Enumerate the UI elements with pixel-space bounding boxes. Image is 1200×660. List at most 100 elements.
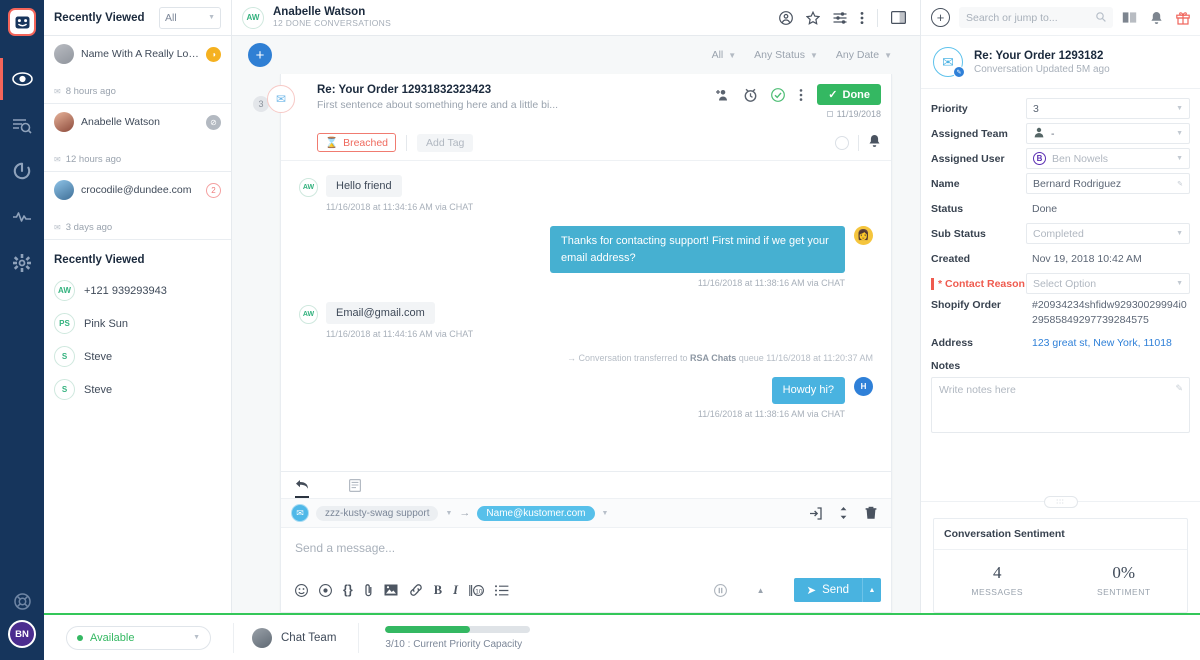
emoji-icon[interactable] bbox=[295, 583, 308, 597]
chevron-down-icon: ▼ bbox=[1176, 155, 1183, 162]
thread-wrapper: 3 ✉ Re: Your Order 12931832323423 First … bbox=[232, 74, 920, 613]
filter-sliders-icon[interactable] bbox=[833, 11, 847, 25]
italic-icon[interactable]: I bbox=[453, 583, 458, 598]
divider bbox=[358, 622, 360, 653]
recent-filter-select[interactable]: All ▼ bbox=[159, 6, 221, 29]
conversation-updated-text: Conversation Updated 5M ago bbox=[974, 63, 1110, 75]
attachment-icon[interactable] bbox=[364, 583, 373, 597]
team-indicator[interactable]: Chat Team bbox=[252, 627, 337, 648]
message-incoming: AW Hello friend 11/16/2018 at 11:34:16 A… bbox=[299, 175, 873, 212]
avatar bbox=[54, 112, 74, 132]
more-vertical-icon[interactable] bbox=[860, 11, 864, 25]
list-item[interactable]: crocodile@dundee.com 2 ✉ 3 days ago bbox=[44, 172, 231, 240]
chevron-up-icon[interactable]: ▲ bbox=[757, 586, 765, 595]
trash-icon[interactable] bbox=[865, 506, 877, 520]
user-circle-icon[interactable] bbox=[779, 10, 793, 25]
list-item[interactable]: Anabelle Watson ⊘ ✉ 12 hours ago bbox=[44, 104, 231, 172]
create-new-button[interactable]: + bbox=[931, 8, 950, 27]
kustomer-face-logo[interactable] bbox=[8, 8, 36, 36]
tab-note[interactable] bbox=[349, 472, 361, 498]
shortcut-icon[interactable]: 10 bbox=[469, 584, 484, 597]
contact-reason-value: Select Option bbox=[1033, 277, 1097, 290]
chevron-down-icon: ▼ bbox=[809, 50, 818, 60]
link-icon[interactable] bbox=[409, 583, 423, 597]
gift-icon[interactable] bbox=[1176, 11, 1190, 25]
add-participant-icon[interactable] bbox=[715, 89, 730, 101]
priority-select[interactable]: 3 ▼ bbox=[1026, 98, 1190, 119]
expand-collapse-icon[interactable] bbox=[839, 506, 848, 520]
avatar-placeholder[interactable] bbox=[835, 135, 849, 150]
sidebar-item-refresh[interactable] bbox=[0, 148, 44, 194]
list-item[interactable]: AW +121 939293943 bbox=[54, 274, 221, 307]
sidebar-item-settings[interactable] bbox=[0, 240, 44, 286]
field-sub-status: Sub Status Completed ▼ bbox=[931, 223, 1190, 244]
availability-select[interactable]: Available ▼ bbox=[66, 625, 211, 650]
assigned-user-select[interactable]: B Ben Nowels ▼ bbox=[1026, 148, 1190, 169]
status-badge[interactable]: ⌛ Breached bbox=[317, 133, 397, 152]
snippet-icon[interactable] bbox=[319, 583, 332, 597]
list-icon[interactable] bbox=[494, 584, 509, 596]
done-button[interactable]: ✓ Done bbox=[817, 84, 881, 105]
sidebar-item-views[interactable] bbox=[0, 56, 44, 102]
lifebuoy-icon[interactable] bbox=[0, 582, 44, 620]
filter-all[interactable]: All ▼ bbox=[712, 49, 737, 61]
signature-insert-icon[interactable] bbox=[809, 506, 822, 520]
code-icon[interactable]: {} bbox=[343, 583, 353, 597]
unread-count-badge: 2 bbox=[206, 182, 221, 198]
envelope-icon: ✉ ✎ bbox=[933, 47, 965, 78]
calendar-square-icon bbox=[826, 111, 833, 117]
notification-bell-icon[interactable] bbox=[868, 134, 881, 151]
sidebar-item-activity[interactable] bbox=[0, 194, 44, 240]
name-input[interactable]: Bernard Rodriguez ✎ bbox=[1026, 173, 1190, 194]
image-icon[interactable] bbox=[384, 584, 398, 596]
chevron-down-icon[interactable]: ▼ bbox=[602, 510, 609, 517]
capacity-progress-fill bbox=[385, 625, 470, 633]
notes-textarea[interactable]: Write notes here ✎ bbox=[931, 377, 1190, 434]
bell-icon[interactable] bbox=[1150, 11, 1163, 25]
add-tag-button[interactable]: Add Tag bbox=[417, 133, 474, 152]
send-arrow-icon: ➤ bbox=[806, 585, 817, 597]
from-chip[interactable]: zzz-kusty-swag support bbox=[316, 505, 439, 521]
refresh-icon bbox=[13, 162, 31, 180]
knowledge-book-icon[interactable] bbox=[1122, 11, 1137, 24]
list-item[interactable]: Name With A Really Lon... ◑ ✉ 8 hours ag… bbox=[44, 36, 231, 104]
list-item[interactable]: S Steve bbox=[54, 340, 221, 373]
to-chip[interactable]: Name@kustomer.com bbox=[477, 505, 595, 521]
divider bbox=[406, 134, 408, 151]
chevron-down-icon[interactable]: ▼ bbox=[445, 510, 452, 517]
team-label: Chat Team bbox=[281, 631, 337, 644]
panel-toggle-icon[interactable] bbox=[891, 11, 906, 24]
message-list: AW Hello friend 11/16/2018 at 11:34:16 A… bbox=[281, 161, 891, 471]
filter-status[interactable]: Any Status ▼ bbox=[754, 49, 818, 61]
global-top-bar: + Search or jump to... bbox=[921, 0, 1200, 36]
list-item[interactable]: PS Pink Sun bbox=[54, 307, 221, 340]
more-vertical-icon[interactable] bbox=[799, 88, 803, 102]
assigned-team-select[interactable]: - ▼ bbox=[1026, 123, 1190, 144]
new-conversation-button[interactable]: + bbox=[248, 43, 272, 67]
list-item[interactable]: S Steve bbox=[54, 373, 221, 406]
sidebar-item-search[interactable] bbox=[0, 102, 44, 148]
pause-circle-icon[interactable] bbox=[713, 583, 727, 597]
tab-reply[interactable] bbox=[295, 472, 309, 498]
list-item-label: Steve bbox=[84, 383, 113, 396]
snooze-clock-icon[interactable] bbox=[744, 88, 757, 102]
search-input[interactable]: Search or jump to... bbox=[959, 7, 1113, 28]
envelope-icon: ✉ bbox=[54, 87, 61, 96]
message-input[interactable]: Send a message... bbox=[281, 528, 891, 572]
field-created: Created Nov 19, 2018 10:42 AM bbox=[931, 248, 1190, 269]
star-icon[interactable] bbox=[806, 10, 820, 25]
bold-icon[interactable]: B bbox=[434, 583, 442, 598]
divider bbox=[877, 8, 878, 27]
check-circle-icon[interactable] bbox=[771, 87, 786, 102]
sub-status-select[interactable]: Completed ▼ bbox=[1026, 223, 1190, 244]
envelope-icon: ✉ bbox=[291, 504, 309, 522]
address-link[interactable]: 123 great st, New York, 11018 bbox=[1026, 337, 1190, 349]
page-subtitle: 12 DONE CONVERSATIONS bbox=[273, 18, 392, 29]
assigned-team-value: - bbox=[1051, 127, 1055, 140]
send-options-button[interactable]: ▲ bbox=[862, 578, 881, 602]
send-button[interactable]: ➤ Send bbox=[793, 578, 862, 602]
drag-handle[interactable]: ∶∶∶ bbox=[1043, 496, 1078, 508]
user-avatar[interactable]: BN bbox=[8, 620, 36, 648]
contact-reason-select[interactable]: Select Option ▼ bbox=[1026, 273, 1190, 294]
filter-date[interactable]: Any Date ▼ bbox=[836, 49, 892, 61]
